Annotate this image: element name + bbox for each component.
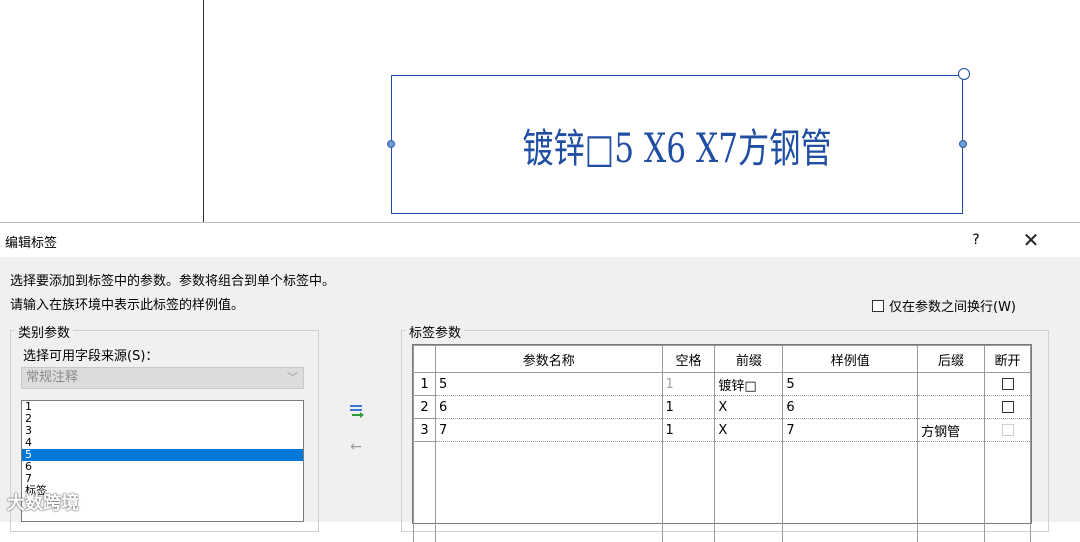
wrap-between-params-label: 仅在参数之间换行(W): [889, 296, 1016, 315]
column-header-suffix[interactable]: 后缀: [918, 346, 985, 373]
checkbox-icon[interactable]: [872, 300, 884, 312]
list-item[interactable]: 1: [22, 401, 303, 413]
instruction-text-1: 选择要添加到标签中的参数。参数将组合到单个标签中。: [10, 270, 335, 289]
add-parameter-icon[interactable]: [348, 403, 366, 419]
rotate-handle-icon[interactable]: [958, 68, 970, 80]
empty-cell: [783, 442, 918, 542]
break-checkbox[interactable]: [1002, 401, 1014, 413]
empty-cell: [715, 442, 783, 542]
empty-cell: [985, 442, 1031, 542]
cell-sample[interactable]: 7: [783, 419, 918, 442]
drawing-canvas: 镀锌□5 X6 X7方钢管: [0, 0, 1080, 222]
table-header-row: 参数名称 空格 前缀 样例值 后缀 断开: [414, 346, 1031, 373]
empty-cell: [414, 442, 436, 542]
cell-space[interactable]: 1: [662, 396, 715, 419]
cell-prefix[interactable]: X: [715, 396, 783, 419]
cell-suffix[interactable]: [918, 373, 985, 396]
dialog-titlebar: 编辑标签 ? ✕: [0, 223, 1080, 257]
list-item[interactable]: 3: [22, 425, 303, 437]
label-preview-box[interactable]: 镀锌□5 X6 X7方钢管: [391, 75, 963, 214]
cell-param-name[interactable]: 5: [435, 373, 662, 396]
cell-prefix[interactable]: 镀锌□: [715, 373, 783, 396]
empty-cell: [662, 442, 715, 542]
chevron-down-icon: ﹀: [287, 368, 298, 388]
empty-cell: [918, 442, 985, 542]
label-preview-text: 镀锌□5 X6 X7方钢管: [455, 76, 900, 213]
cell-sample[interactable]: 6: [783, 396, 918, 419]
instruction-text-2: 请输入在族环境中表示此标签的样例值。: [10, 294, 244, 313]
row-number[interactable]: 1: [414, 373, 436, 396]
edit-label-dialog: 编辑标签 ? ✕ 选择要添加到标签中的参数。参数将组合到单个标签中。 请输入在族…: [0, 222, 1080, 522]
list-item[interactable]: 6: [22, 461, 303, 473]
column-header-name[interactable]: 参数名称: [435, 346, 662, 373]
left-grip-handle[interactable]: [387, 140, 395, 148]
break-checkbox-disabled: [1002, 424, 1014, 436]
cell-break[interactable]: [985, 373, 1031, 396]
right-grip-handle[interactable]: [959, 140, 967, 148]
reference-line: [203, 0, 204, 222]
column-header-prefix[interactable]: 前缀: [715, 346, 783, 373]
cell-space[interactable]: 1: [662, 373, 715, 396]
help-icon[interactable]: ?: [966, 230, 986, 250]
empty-cell: [435, 442, 662, 542]
wrap-between-params-checkbox[interactable]: 仅在参数之间换行(W): [872, 296, 1016, 315]
watermark-logo: 大数跨境: [7, 489, 79, 515]
cell-suffix[interactable]: 方钢管: [918, 419, 985, 442]
column-header-sample[interactable]: 样例值: [783, 346, 918, 373]
list-item[interactable]: 7: [22, 473, 303, 485]
cell-param-name[interactable]: 7: [435, 419, 662, 442]
field-source-value: 常规注释: [26, 370, 78, 385]
remove-parameter-icon[interactable]: ←: [348, 440, 364, 454]
dialog-title: 编辑标签: [5, 232, 57, 251]
break-checkbox[interactable]: [1002, 378, 1014, 390]
cell-break[interactable]: [985, 419, 1031, 442]
cell-space[interactable]: 1: [662, 419, 715, 442]
field-source-select[interactable]: 常规注释 ﹀: [21, 367, 304, 389]
column-header-num: [414, 346, 436, 373]
table-row[interactable]: 1 5 1 镀锌□ 5: [414, 373, 1031, 396]
row-number[interactable]: 2: [414, 396, 436, 419]
label-parameters-title: 标签参数: [406, 322, 464, 341]
field-source-label: 选择可用字段来源(S)：: [23, 345, 158, 364]
column-header-space[interactable]: 空格: [662, 346, 715, 373]
list-item[interactable]: 4: [22, 437, 303, 449]
empty-row: [414, 442, 1031, 542]
list-item-selected[interactable]: 5: [22, 449, 303, 461]
table-row[interactable]: 2 6 1 X 6: [414, 396, 1031, 419]
cell-suffix[interactable]: [918, 396, 985, 419]
category-parameters-title: 类别参数: [15, 322, 73, 341]
cell-prefix[interactable]: X: [715, 419, 783, 442]
cell-sample[interactable]: 5: [783, 373, 918, 396]
list-item[interactable]: 2: [22, 413, 303, 425]
label-parameters-grid[interactable]: 参数名称 空格 前缀 样例值 后缀 断开 1 5 1 镀锌□ 5 2 6 1 X: [412, 344, 1032, 524]
close-icon[interactable]: ✕: [1019, 228, 1043, 252]
row-number[interactable]: 3: [414, 419, 436, 442]
cell-param-name[interactable]: 6: [435, 396, 662, 419]
table-row[interactable]: 3 7 1 X 7 方钢管: [414, 419, 1031, 442]
cell-break[interactable]: [985, 396, 1031, 419]
column-header-break[interactable]: 断开: [985, 346, 1031, 373]
